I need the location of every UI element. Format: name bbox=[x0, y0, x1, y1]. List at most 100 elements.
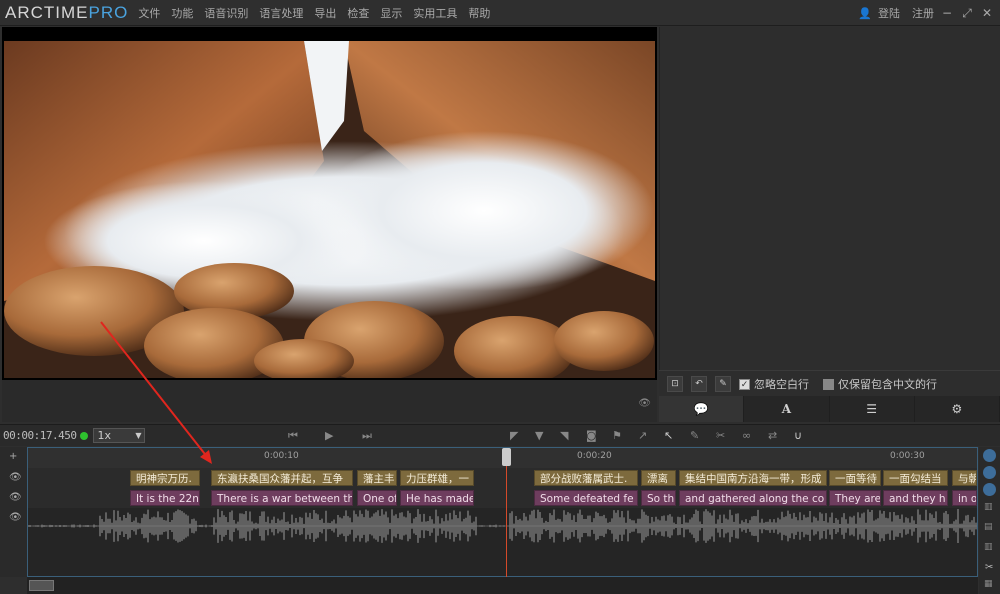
subtitle-block[interactable]: 藩主丰 bbox=[357, 470, 397, 486]
add-track-icon[interactable]: + bbox=[9, 451, 17, 462]
subtitle-text-pane[interactable] bbox=[659, 27, 1000, 370]
subtitle-block[interactable]: One of bbox=[357, 490, 397, 506]
eye-icon[interactable]: 👁 bbox=[9, 472, 22, 483]
audio-waveform[interactable] bbox=[28, 506, 977, 546]
playhead-handle[interactable] bbox=[502, 448, 511, 466]
minimize-icon[interactable]: − bbox=[940, 6, 954, 20]
list-icon: ☰ bbox=[866, 402, 877, 416]
subtitle-block[interactable]: 明神宗万历. bbox=[130, 470, 200, 486]
subtitle-block[interactable]: 集结中国南方沿海一带，形成 bbox=[679, 470, 827, 486]
maximize-icon[interactable]: ⤢ bbox=[960, 6, 974, 21]
register-link[interactable]: 注册 bbox=[912, 5, 934, 21]
subtitle-block[interactable]: 一面等待 bbox=[829, 470, 881, 486]
zoom-controls: ▥ ▤ ▥ ✂ ▦ bbox=[979, 447, 1000, 594]
zoom-fit-icon[interactable] bbox=[983, 483, 996, 496]
subtitle-block[interactable]: There is a war between the bbox=[211, 490, 353, 506]
user-icon: 👤 bbox=[858, 6, 872, 20]
eye-icon[interactable]: 👁 bbox=[9, 492, 22, 503]
transport-bar: 00:00:17.450 1x ▼ ⏮ ▶ ⏭ ◤ ▼ ◥ ◙ ⚑ ↗ ↖ ✎ ✂… bbox=[0, 424, 1000, 446]
edit-icon[interactable]: ✎ bbox=[715, 375, 731, 392]
import-icon[interactable]: ⊡ bbox=[667, 375, 683, 392]
tab-chat[interactable]: 💬 bbox=[659, 396, 745, 422]
next-icon[interactable]: ⏭ bbox=[362, 429, 372, 443]
tab-settings[interactable]: ⚙ bbox=[915, 396, 1000, 422]
menu-help[interactable]: 帮助 bbox=[468, 5, 490, 21]
font-icon: A bbox=[781, 402, 792, 416]
eye-icon[interactable]: 👁 bbox=[9, 512, 22, 523]
cut-icon[interactable]: ✂ bbox=[985, 562, 993, 573]
playhead[interactable] bbox=[506, 448, 507, 578]
keep-chinese-checkbox[interactable]: 仅保留包含中文的行 bbox=[823, 376, 937, 392]
ruler-tick-label: 0:00:30 bbox=[890, 451, 925, 461]
menu-function[interactable]: 功能 bbox=[171, 5, 193, 21]
waveform-icon[interactable]: ▥ bbox=[984, 502, 993, 512]
link-icon[interactable]: ∞ bbox=[742, 429, 751, 442]
ruler-tick-label: 0:00:20 bbox=[577, 451, 612, 461]
grid-icon[interactable]: ▦ bbox=[984, 579, 993, 589]
close-icon[interactable]: ✕ bbox=[980, 6, 994, 20]
scroll-thumb[interactable] bbox=[29, 580, 54, 591]
zoom-in-icon[interactable] bbox=[983, 449, 996, 462]
flag-icon[interactable]: ⚑ bbox=[612, 429, 622, 442]
subtitle-block[interactable]: 一面勾结当 bbox=[883, 470, 948, 486]
camera-icon[interactable]: ◙ bbox=[586, 429, 597, 442]
chat-bubble-icon: 💬 bbox=[693, 402, 709, 416]
subtitle-block[interactable]: It is the 22nd bbox=[130, 490, 200, 506]
subtitle-block[interactable]: They are bbox=[829, 490, 881, 506]
pen-icon[interactable]: ✎ bbox=[690, 429, 699, 442]
zoom-out-icon[interactable] bbox=[983, 466, 996, 479]
scissors-icon[interactable]: ✂ bbox=[716, 429, 725, 442]
swap-icon[interactable]: ⇄ bbox=[768, 429, 777, 442]
play-icon[interactable]: ▶ bbox=[325, 429, 333, 442]
ignore-blank-label: 忽略空白行 bbox=[754, 377, 809, 391]
subtitle-block[interactable]: in o bbox=[952, 490, 977, 506]
menu-export[interactable]: 导出 bbox=[314, 5, 336, 21]
account-area: 👤 登陆 注册 − ⤢ ✕ bbox=[858, 0, 994, 26]
menu-language-processing[interactable]: 语言处理 bbox=[259, 5, 303, 21]
menu-display[interactable]: 显示 bbox=[380, 5, 402, 21]
subtitle-block[interactable]: 力压群雄，一 bbox=[400, 470, 474, 486]
menubar: ARCTIMEPRO 文件 功能 语音识别 语言处理 导出 检查 显示 实用工具… bbox=[0, 0, 1000, 26]
menu-tools[interactable]: 实用工具 bbox=[413, 5, 457, 21]
undo-icon[interactable]: ↶ bbox=[691, 375, 707, 392]
triangle-down-icon[interactable]: ▼ bbox=[535, 429, 543, 442]
login-link[interactable]: 登陆 bbox=[878, 5, 900, 21]
subtitle-block[interactable]: 漂离 bbox=[641, 470, 676, 486]
tab-font[interactable]: A bbox=[744, 396, 830, 422]
status-dot bbox=[80, 431, 89, 440]
subtitle-block[interactable]: Some defeated fe bbox=[534, 490, 638, 506]
subtitle-block[interactable]: He has made bbox=[400, 490, 474, 506]
bars-icon[interactable]: ▤ bbox=[984, 522, 993, 532]
tab-list[interactable]: ☰ bbox=[830, 396, 915, 422]
mark-in-icon[interactable]: ◤ bbox=[510, 429, 518, 442]
subtitle-block[interactable]: and gathered along the co bbox=[679, 490, 827, 506]
menu-speech-recognition[interactable]: 语音识别 bbox=[204, 5, 248, 21]
magnet-icon[interactable]: ∪ bbox=[794, 429, 802, 442]
arrow-icon[interactable]: ↗ bbox=[638, 429, 647, 442]
mark-out-icon[interactable]: ◥ bbox=[560, 429, 568, 442]
right-pane-tabs: 💬 A ☰ ⚙ bbox=[659, 396, 1000, 422]
cursor-icon[interactable]: ↖ bbox=[664, 429, 673, 442]
bars-icon[interactable]: ▥ bbox=[984, 542, 993, 552]
video-image bbox=[4, 41, 655, 378]
gear-icon: ⚙ bbox=[951, 402, 963, 416]
subtitle-block[interactable]: 部分战败藩属武士. bbox=[534, 470, 638, 486]
subtitle-block[interactable]: 与朝 bbox=[952, 470, 977, 486]
timeline-scrollbar[interactable] bbox=[27, 577, 978, 594]
timecode: 00:00:17.450 bbox=[3, 429, 77, 442]
checkbox-unchecked-icon bbox=[823, 379, 834, 390]
eye-icon[interactable]: 👁 bbox=[638, 398, 651, 409]
menu-file[interactable]: 文件 bbox=[138, 5, 160, 21]
checkbox-checked-icon: ✓ bbox=[739, 379, 750, 390]
ignore-blank-checkbox[interactable]: ✓ 忽略空白行 bbox=[739, 376, 809, 392]
video-preview[interactable] bbox=[2, 27, 657, 422]
ruler-tick-label: 0:00:10 bbox=[264, 451, 299, 461]
subtitle-block[interactable]: 东瀛扶桑国众藩并起，互争 bbox=[211, 470, 353, 486]
menu-check[interactable]: 检查 bbox=[347, 5, 369, 21]
subtitle-block[interactable]: So th bbox=[641, 490, 676, 506]
subtitle-block[interactable]: and they h bbox=[883, 490, 948, 506]
timeline[interactable]: 0:00:10 0:00:20 0:00:30 明神宗万历. 东瀛扶桑国众藩并起… bbox=[27, 447, 978, 578]
prev-icon[interactable]: ⏮ bbox=[288, 429, 298, 443]
speed-select[interactable]: 1x ▼ bbox=[93, 428, 146, 443]
video-status-bar: 👁 bbox=[2, 380, 657, 422]
